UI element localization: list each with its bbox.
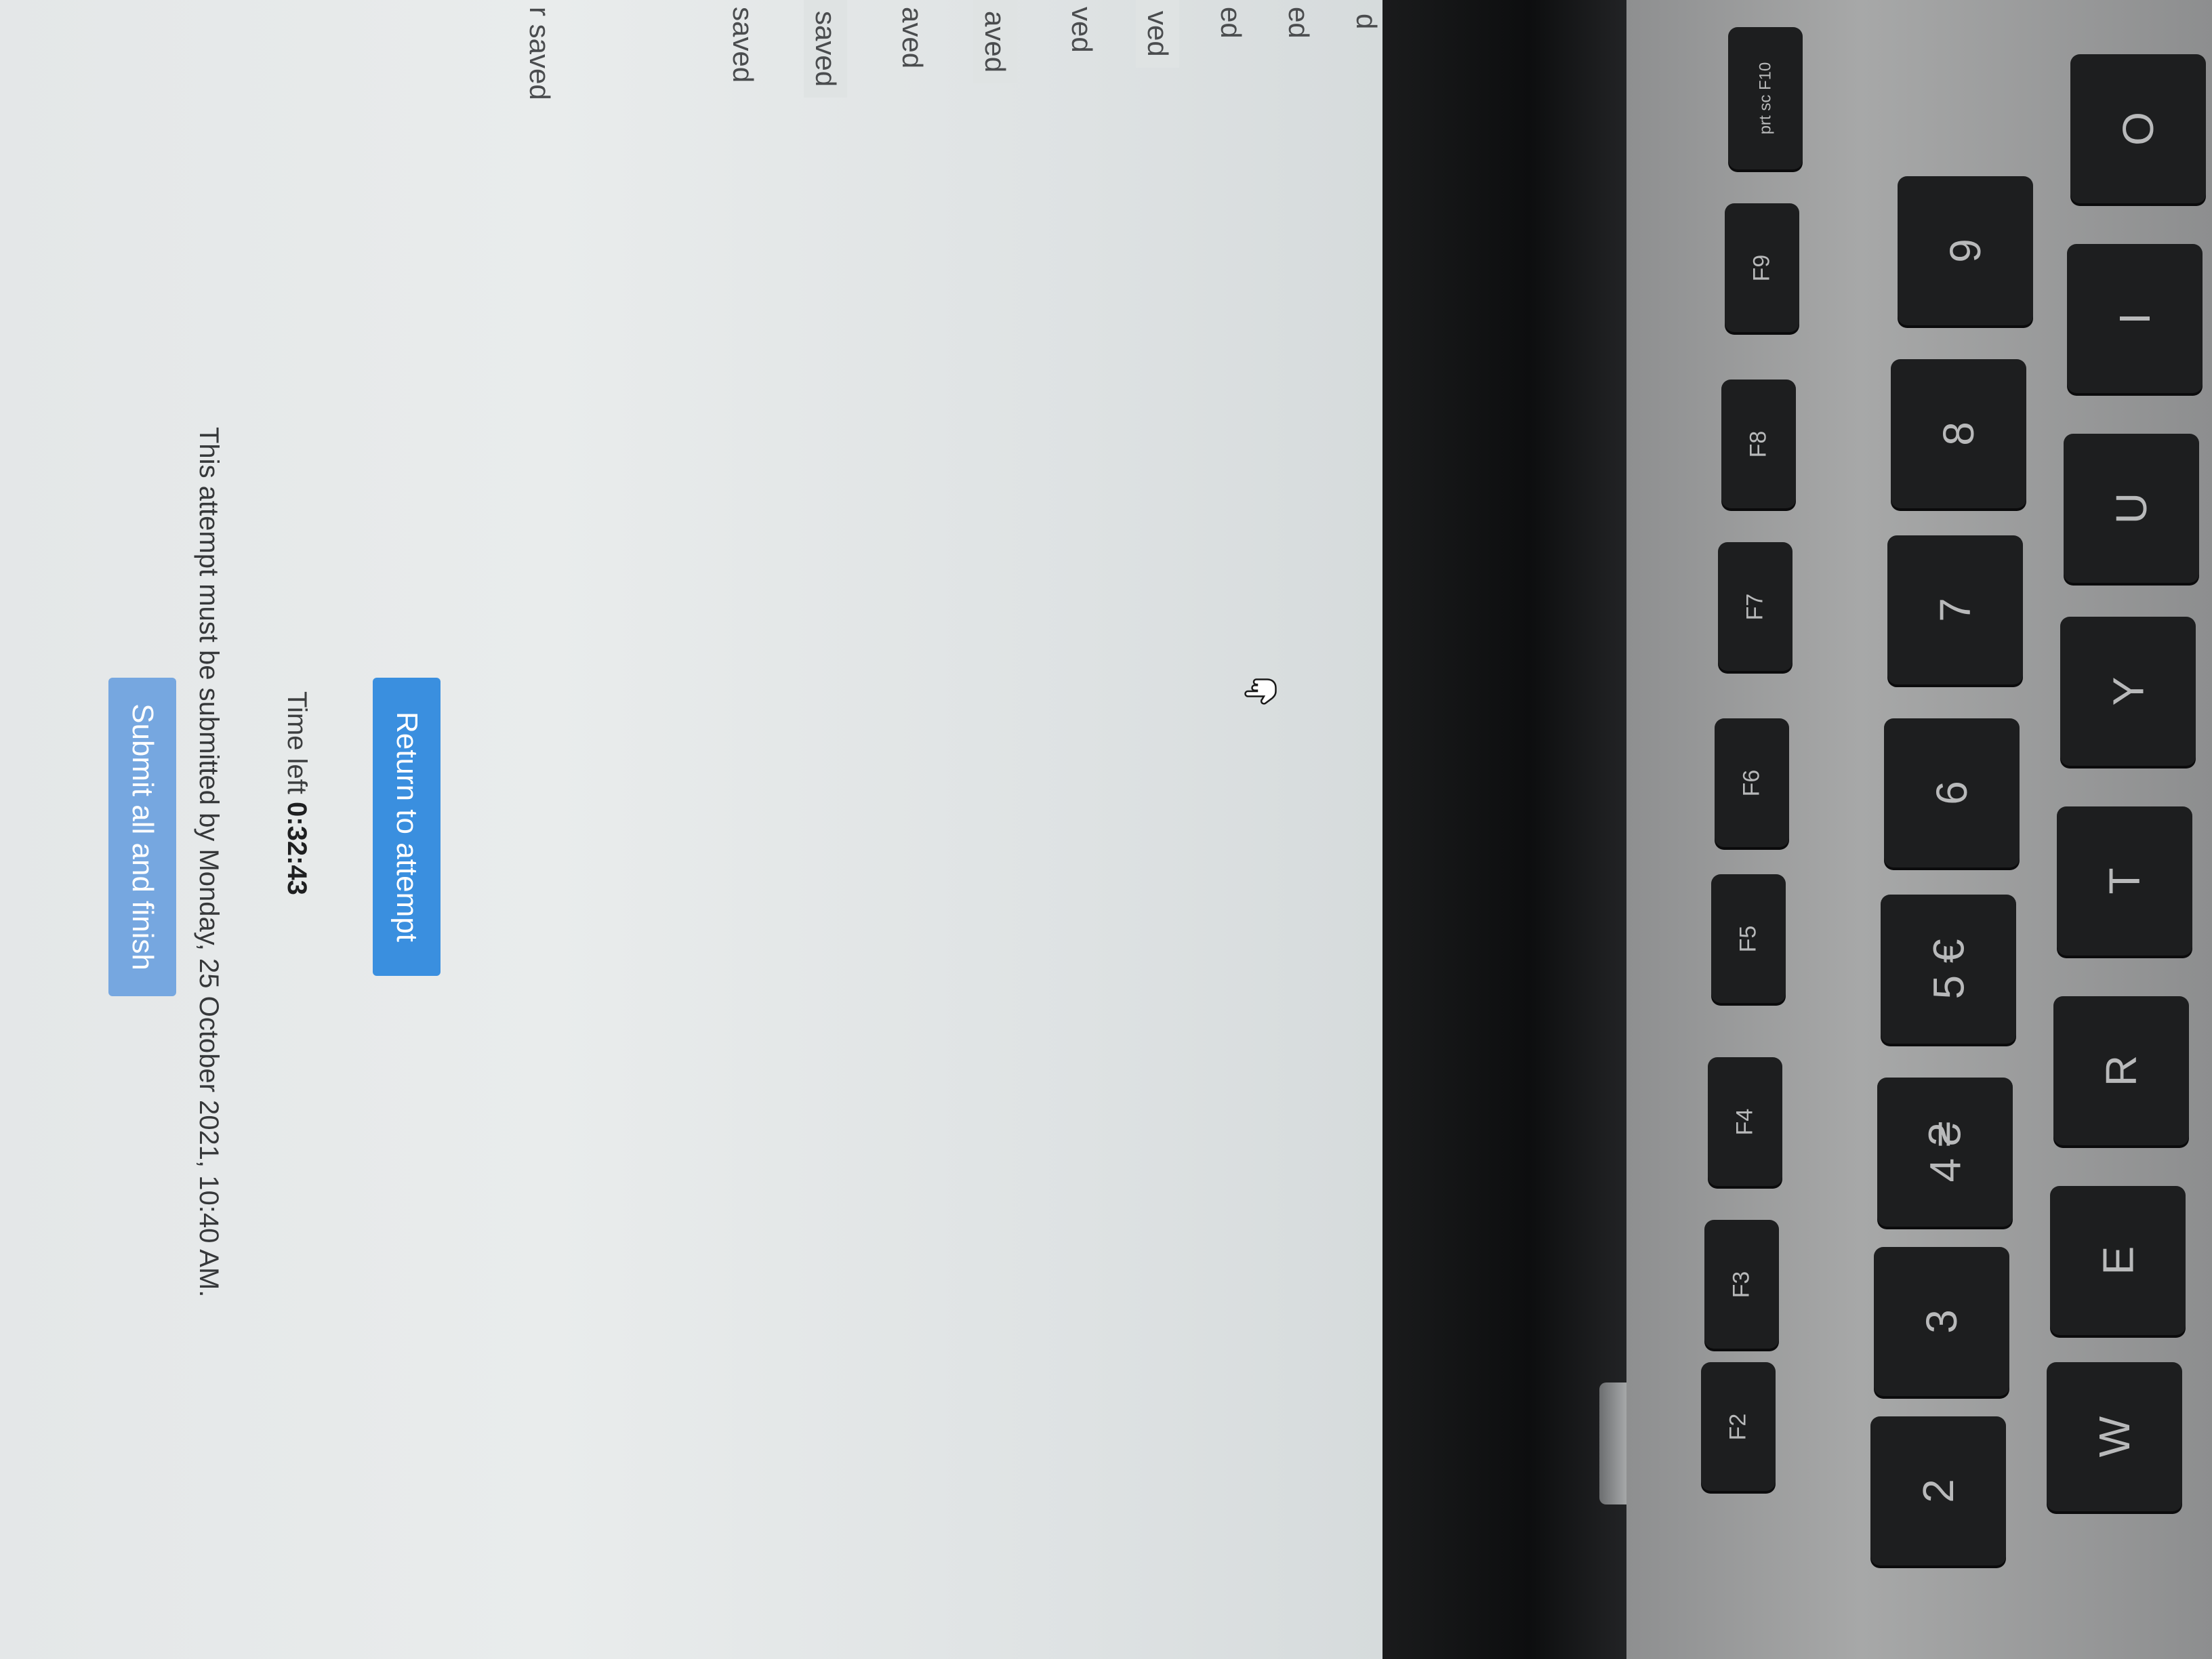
key-e: E (2050, 1186, 2186, 1335)
submit-all-and-finish-button[interactable]: Submit all and finish (108, 678, 176, 996)
nav-item-status[interactable]: ed (1282, 7, 1315, 39)
nav-item-status[interactable]: saved (804, 0, 847, 98)
key-o: O (2070, 54, 2206, 203)
key-w: W (2047, 1362, 2182, 1511)
key-label: 7 (1931, 598, 1980, 622)
key-label: F8 (1745, 430, 1771, 457)
key-label: 3 (1917, 1309, 1966, 1334)
nav-item-status[interactable]: r saved (523, 7, 556, 100)
key-label: E (2093, 1246, 2142, 1275)
hand-cursor-icon (1240, 671, 1281, 712)
time-left: Time left 0:32:43 (281, 691, 312, 895)
time-left-value: 0:32:43 (282, 802, 312, 895)
key-label: 5 € (1924, 939, 1973, 1000)
key-f6: F6 (1715, 718, 1789, 847)
key-f3: F3 (1704, 1220, 1779, 1349)
return-to-attempt-button[interactable]: Return to attempt (373, 678, 441, 976)
key-2: 2 (1870, 1416, 2006, 1565)
nav-item-status[interactable]: aved (896, 7, 928, 68)
key-label: O (2114, 112, 2163, 146)
key-f4: F4 (1708, 1057, 1782, 1186)
key-7: 7 (1887, 535, 2023, 684)
key-label: F3 (1728, 1271, 1755, 1298)
nav-item-status[interactable]: ed (1214, 7, 1247, 39)
nav-item-status[interactable]: saved (726, 7, 759, 83)
key-f10: prt sc F10 (1728, 27, 1803, 169)
key-label: 9 (1941, 239, 1990, 263)
key-label: U (2107, 492, 2156, 525)
key-label: W (2090, 1416, 2139, 1458)
key-4: 4 ₴ (1877, 1078, 2013, 1227)
key-i: I (2067, 244, 2203, 393)
key-label: F7 (1742, 593, 1768, 620)
key-r: R (2053, 996, 2189, 1145)
time-left-label: Time left (282, 691, 312, 794)
key-label: 2 (1914, 1479, 1963, 1503)
key-f2: F2 (1701, 1362, 1776, 1491)
key-f8: F8 (1721, 380, 1796, 508)
key-label: I (2110, 312, 2159, 325)
key-f7: F7 (1718, 542, 1793, 671)
key-label: 6 (1927, 781, 1976, 805)
key-8: 8 (1891, 359, 2026, 508)
key-f9: F9 (1725, 203, 1799, 332)
key-label: F6 (1738, 769, 1765, 796)
key-label: prt sc F10 (1755, 62, 1774, 135)
key-3: 3 (1874, 1247, 2009, 1396)
key-label: F2 (1725, 1413, 1751, 1440)
nav-item-status[interactable]: ved (1065, 7, 1098, 53)
key-9: 9 (1898, 176, 2033, 325)
key-label: T (2100, 867, 2149, 895)
key-y: Y (2060, 617, 2196, 766)
key-label: F5 (1735, 925, 1761, 952)
key-6: 6 (1884, 718, 2020, 867)
key-f5: F5 (1711, 874, 1786, 1003)
key-t: T (2057, 806, 2192, 956)
key-label: F4 (1732, 1108, 1758, 1135)
key-label: 8 (1934, 422, 1983, 446)
key-label: R (2097, 1054, 2146, 1087)
deadline-notice: This attempt must be submitted by Monday… (194, 427, 224, 1298)
laptop-bezel (1382, 0, 1626, 1659)
laptop-screen: d ed ed ved ved aved aved saved saved r … (0, 0, 1382, 1659)
key-label: F9 (1748, 254, 1775, 281)
nav-item-status[interactable]: aved (973, 0, 1017, 84)
nav-item-status[interactable]: ved (1136, 0, 1179, 68)
key-u: U (2064, 434, 2199, 583)
key-label: Y (2104, 676, 2152, 706)
rotated-page: d ed ed ved ved aved aved saved saved r … (0, 0, 1382, 1659)
nav-item-status[interactable]: d (1350, 14, 1382, 29)
key-5: 5 € (1881, 895, 2016, 1044)
key-label: 4 ₴ (1921, 1122, 1969, 1183)
